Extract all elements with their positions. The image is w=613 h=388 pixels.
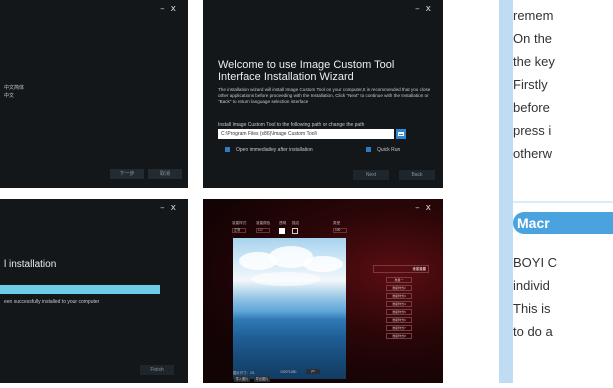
doc-text-line: otherw [513, 146, 553, 161]
browse-folder-button[interactable] [396, 129, 406, 139]
installer-language-panel: –x 中文简体 中文 下一步 取消 [0, 0, 188, 188]
folder-icon [398, 132, 404, 136]
minimize-icon[interactable]: – [415, 203, 426, 213]
doc-text-line: individ [513, 278, 550, 293]
finish-title: l installation [4, 259, 57, 270]
toolbar-label: 透明 [279, 221, 287, 225]
cancel-button[interactable]: 取消 [148, 169, 182, 179]
window-controls: –x [415, 203, 437, 213]
doc-text-line: On the [513, 31, 553, 46]
language-option[interactable]: 中文简体 [4, 84, 24, 92]
crosshair-item[interactable]: 准星样式3 [386, 293, 412, 299]
doc-text-line: to do a [513, 324, 553, 339]
doc-text-line: BOYI C [513, 255, 558, 270]
color-swatch[interactable] [279, 228, 285, 234]
crosshair-item[interactable]: 准星样式6 [386, 317, 412, 323]
window-controls: –x [160, 203, 182, 213]
crosshair-item[interactable]: 准星样式2 [386, 285, 412, 291]
doc-text-line: This is [513, 301, 551, 316]
wizard-description: The installation wizard will install Ima… [218, 87, 431, 104]
button-row: 下一步 取消 [106, 162, 182, 180]
doc-text-line: before [513, 100, 550, 115]
outline-swatch[interactable] [292, 228, 298, 234]
section-divider [513, 201, 613, 203]
cloud [251, 272, 321, 286]
installer-welcome-panel: –x Welcome to use Image Custom Tool Inte… [203, 0, 443, 188]
side-accent-bar [499, 0, 513, 383]
language-option[interactable]: 中文 [4, 92, 24, 100]
language-list: 中文简体 中文 [4, 84, 24, 100]
crosshair-settings-header: 准星设置 十字准星 [373, 265, 429, 273]
resolution-label: 1920*1080 [280, 370, 297, 374]
installer-finish-panel: –x l installation een successfully insta… [0, 199, 188, 383]
close-icon[interactable]: x [171, 4, 182, 14]
open-after-install-checkbox[interactable]: Open immediatley after installation [225, 147, 313, 153]
path-label: Install Image Custom Tool to the followi… [218, 122, 365, 128]
window-controls: –x [415, 4, 437, 14]
doc-text-line: Firstly [513, 77, 548, 92]
crosshair-item[interactable]: 准星样式5 [386, 309, 412, 315]
minimize-icon[interactable]: – [160, 203, 171, 213]
back-button[interactable]: Back [399, 170, 435, 180]
checkbox-icon [225, 147, 230, 152]
checkbox-icon [366, 147, 371, 152]
checkbox-label: Open immediatley after installation [236, 147, 313, 153]
size-select[interactable]: 1.0 [256, 228, 270, 233]
image-size-label: 图片尺寸：2/1 [233, 371, 255, 375]
quick-run-checkbox[interactable]: Quick Run [366, 147, 400, 153]
preview-image[interactable] [233, 238, 346, 379]
toolbar-label: 类型 [333, 221, 341, 225]
next-button[interactable]: 下一步 [110, 169, 144, 179]
finish-message: een successfully installed to your compu… [4, 299, 100, 305]
toolbar-label: 描边 [292, 221, 300, 225]
crosshair-item[interactable]: 准星样式8 [386, 333, 412, 339]
crosshair-item[interactable]: 准星样式4 [386, 301, 412, 307]
next-button[interactable]: Next [353, 170, 389, 180]
image-tool-window: –x 准星样式 准星颜色 透明 描边 类型 正常 1.0 100 图片尺寸：2/… [203, 199, 443, 383]
close-icon[interactable]: x [171, 203, 182, 213]
crosshair-item[interactable]: 准星样式7 [386, 325, 412, 331]
toolbar-label: 准星颜色 [256, 221, 271, 225]
export-image-button[interactable]: 导出图片 [254, 376, 270, 382]
wizard-title: Welcome to use Image Custom Tool Interfa… [218, 59, 395, 83]
header-right: 十字准星 [412, 267, 426, 271]
import-image-button[interactable]: 导入图片 [234, 376, 250, 382]
finish-button[interactable]: Finish [140, 365, 174, 375]
minimize-icon[interactable]: – [160, 4, 171, 14]
close-icon[interactable]: x [426, 4, 437, 14]
doc-text-line: press i [513, 123, 552, 138]
install-path-input[interactable]: C:\Program Files (x86)\Image Custom Tool… [218, 129, 394, 139]
install-progress-bar [0, 285, 160, 294]
window-controls: –x [160, 4, 182, 14]
section-heading: Macr [513, 212, 613, 234]
doc-text-line: remem [513, 8, 554, 23]
toolbar-label: 准星样式 [232, 221, 247, 225]
cloud [303, 256, 343, 272]
minimize-icon[interactable]: – [415, 4, 426, 14]
resolution-unit[interactable]: px [306, 369, 320, 374]
type-select[interactable]: 100 [333, 228, 347, 233]
style-select[interactable]: 正常 [232, 228, 246, 233]
doc-text-line: the key [513, 54, 555, 69]
crosshair-item[interactable]: 准星一 [386, 277, 412, 283]
close-icon[interactable]: x [426, 203, 437, 213]
checkbox-label: Quick Run [377, 147, 401, 153]
